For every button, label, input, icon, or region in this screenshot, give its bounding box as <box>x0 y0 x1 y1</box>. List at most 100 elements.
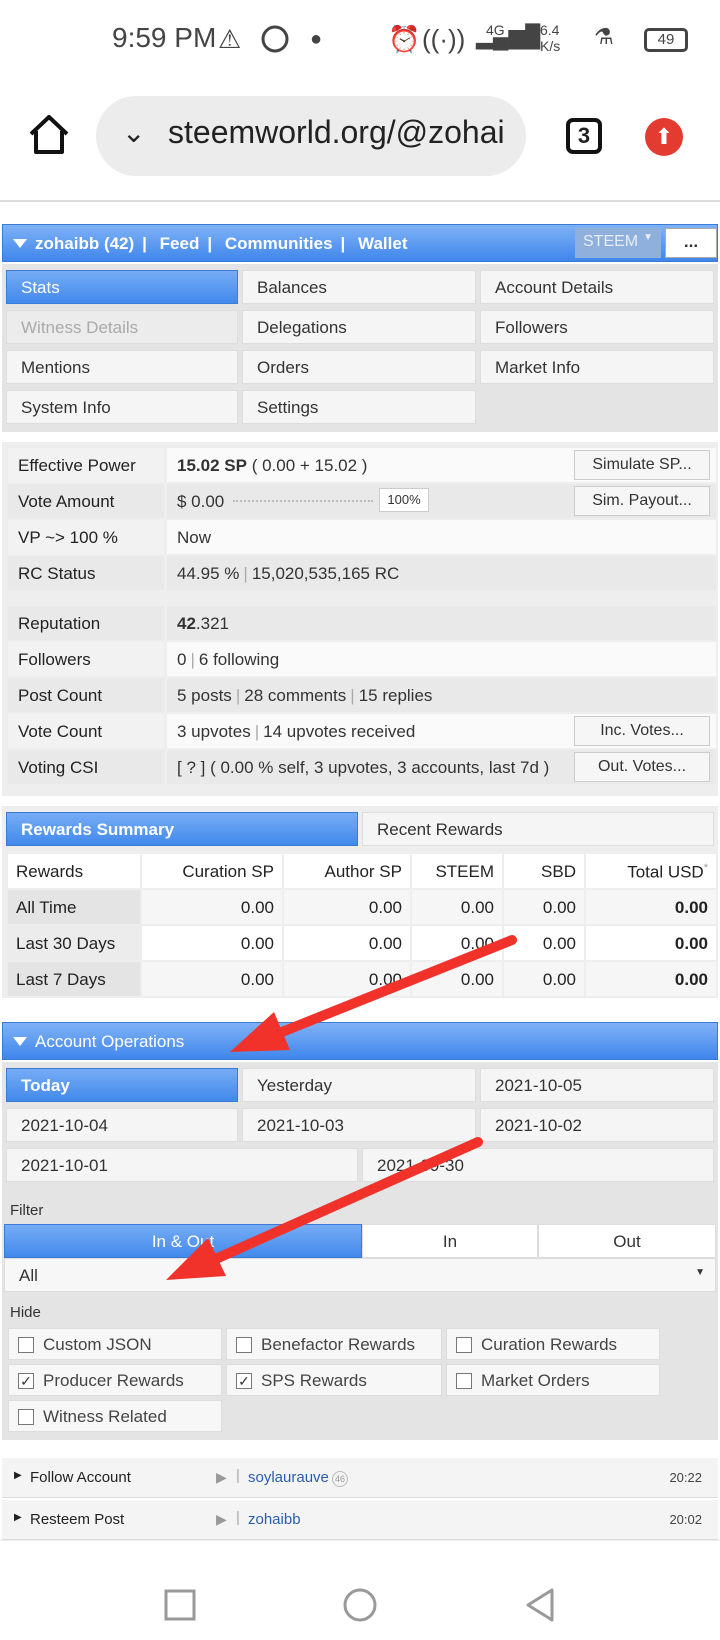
menu-balances[interactable]: Balances <box>242 270 476 304</box>
filter-in[interactable]: In <box>362 1224 538 1258</box>
more-button[interactable]: ... <box>665 228 717 258</box>
user-link[interactable]: zohaibb (42) <box>35 234 134 253</box>
rewards-cell: 0.00 <box>284 962 410 996</box>
rc-status-label: RC Status <box>8 556 164 590</box>
following-count[interactable]: 6 following <box>199 650 279 669</box>
net-speed: 6.4 K/s <box>540 22 560 54</box>
home-icon[interactable] <box>26 112 72 158</box>
wallet-link[interactable]: Wallet <box>358 234 407 253</box>
checkbox[interactable] <box>456 1337 472 1353</box>
operation-account[interactable]: soylaurauve <box>248 1469 329 1486</box>
out-votes-button[interactable]: Out. Votes... <box>574 752 710 782</box>
checkbox-checked[interactable]: ✓ <box>18 1373 34 1389</box>
account-operations-title: Account Operations <box>35 1032 185 1051</box>
operation-type-select[interactable]: All ▼ <box>4 1258 716 1292</box>
menu-system-info[interactable]: System Info <box>6 390 238 424</box>
menu-mentions[interactable]: Mentions <box>6 350 238 384</box>
battery-indicator: 49 <box>644 28 688 52</box>
menu-orders[interactable]: Orders <box>242 350 476 384</box>
rewards-cell: 0.00 <box>412 962 502 996</box>
vote-percent[interactable]: 100% <box>379 488 429 512</box>
hide-witness-related[interactable]: Witness Related <box>8 1400 222 1432</box>
checkbox[interactable] <box>18 1409 34 1425</box>
hide-option-label: Producer Rewards <box>43 1371 184 1390</box>
rewards-cell: 0.00 <box>504 962 584 996</box>
post-count-value: 5 posts | 28 comments | 15 replies <box>167 678 716 712</box>
home-circle-icon[interactable] <box>342 1587 378 1623</box>
inc-votes-button[interactable]: Inc. Votes... <box>574 716 710 746</box>
expand-triangle-icon[interactable]: ▶ <box>14 1470 22 1481</box>
account-operations-bar[interactable]: Account Operations <box>2 1022 718 1060</box>
day-2021-10-04[interactable]: 2021-10-04 <box>6 1108 238 1142</box>
hide-option-label: Market Orders <box>481 1371 590 1390</box>
day-2021-10-05[interactable]: 2021-10-05 <box>480 1068 714 1102</box>
menu-delegations[interactable]: Delegations <box>242 310 476 344</box>
communities-link[interactable]: Communities <box>225 234 333 253</box>
followers-count[interactable]: 0 <box>177 650 186 669</box>
operation-account[interactable]: zohaibb <box>248 1511 301 1528</box>
collapse-triangle-icon[interactable] <box>13 239 27 248</box>
play-icon[interactable]: ▶ <box>216 1469 227 1486</box>
rewards-cell: 0.00 <box>284 890 410 924</box>
filter-in-out[interactable]: In & Out <box>4 1224 362 1258</box>
hide-sps-rewards[interactable]: ✓ SPS Rewards <box>226 1364 442 1396</box>
operation-row[interactable]: ▶ Resteem Post ▶ | zohaibb 20:02 <box>2 1500 718 1540</box>
rewards-header-label: Rewards <box>8 854 140 888</box>
menu-settings[interactable]: Settings <box>242 390 476 424</box>
checkbox[interactable] <box>456 1373 472 1389</box>
checkbox-checked[interactable]: ✓ <box>236 1373 252 1389</box>
checkbox[interactable] <box>236 1337 252 1353</box>
tab-switcher-button[interactable]: 3 <box>566 118 602 154</box>
hide-benefactor-rewards[interactable]: Benefactor Rewards <box>226 1328 442 1360</box>
followers-row: Followers 0 | 6 following <box>8 642 716 676</box>
currency-select[interactable]: STEEM ▼ <box>575 228 661 258</box>
day-today[interactable]: Today <box>6 1068 238 1102</box>
tab-recent-rewards[interactable]: Recent Rewards <box>362 812 714 846</box>
rewards-cell: 0.00 <box>504 926 584 960</box>
day-yesterday[interactable]: Yesterday <box>242 1068 476 1102</box>
user-nav-bar: zohaibb (42) | Feed | Communities | Wallet … <box>2 224 718 262</box>
tab-rewards-summary[interactable]: Rewards Summary <box>6 812 358 846</box>
day-2021-10-02[interactable]: 2021-10-02 <box>480 1108 714 1142</box>
menu-stats[interactable]: Stats <box>6 270 238 304</box>
browser-toolbar: ⌄ steemworld.org/@zohai 3 ⬆ <box>0 84 720 192</box>
rewards-header-author: Author SP <box>284 854 410 888</box>
play-icon[interactable]: ▶ <box>216 1511 227 1528</box>
vote-slider-track[interactable] <box>233 500 373 502</box>
hide-producer-rewards[interactable]: ✓ Producer Rewards <box>8 1364 222 1396</box>
day-2021-10-03[interactable]: 2021-10-03 <box>242 1108 476 1142</box>
url-text[interactable]: steemworld.org/@zohai <box>168 114 508 151</box>
hide-option-label: Curation Rewards <box>481 1335 618 1354</box>
chevron-down-icon[interactable]: ⌄ <box>122 116 145 149</box>
net-speed-value: 6.4 <box>540 22 560 38</box>
rewards-cell: 0.00 <box>412 926 502 960</box>
sim-payout-button[interactable]: Sim. Payout... <box>574 486 710 516</box>
hide-market-orders[interactable]: Market Orders <box>446 1364 660 1396</box>
simulate-sp-button[interactable]: Simulate SP... <box>574 450 710 480</box>
reputation-row: Reputation 42.321 <box>8 606 716 640</box>
menu-account-details[interactable]: Account Details <box>480 270 714 304</box>
collapse-triangle-icon[interactable] <box>13 1037 27 1046</box>
filter-label: Filter <box>10 1202 44 1219</box>
day-2021-09-30[interactable]: 2021-09-30 <box>362 1148 714 1182</box>
replies-count: 15 replies <box>358 686 433 705</box>
expand-triangle-icon[interactable]: ▶ <box>14 1512 22 1523</box>
feed-link[interactable]: Feed <box>160 234 200 253</box>
select-arrow-icon: ▼ <box>643 232 653 243</box>
menu-followers[interactable]: Followers <box>480 310 714 344</box>
day-2021-10-01[interactable]: 2021-10-01 <box>6 1148 358 1182</box>
menu-market-info[interactable]: Market Info <box>480 350 714 384</box>
update-arrow-icon[interactable]: ⬆ <box>645 118 683 156</box>
recents-icon[interactable] <box>164 1589 196 1621</box>
rewards-cell: 0.00 <box>412 890 502 924</box>
menu-witness-details: Witness Details <box>6 310 238 344</box>
back-icon[interactable] <box>524 1587 556 1623</box>
filter-out[interactable]: Out <box>538 1224 716 1258</box>
rc-percent: 44.95 % <box>177 564 240 583</box>
reputation-int: 42 <box>177 614 196 633</box>
operation-row[interactable]: ▶ Follow Account ▶ | soylaurauve 46 20:2… <box>2 1458 718 1498</box>
checkbox[interactable] <box>18 1337 34 1353</box>
hide-curation-rewards[interactable]: Curation Rewards <box>446 1328 660 1360</box>
hide-custom-json[interactable]: Custom JSON <box>8 1328 222 1360</box>
address-bar[interactable]: ⌄ steemworld.org/@zohai <box>96 96 526 176</box>
